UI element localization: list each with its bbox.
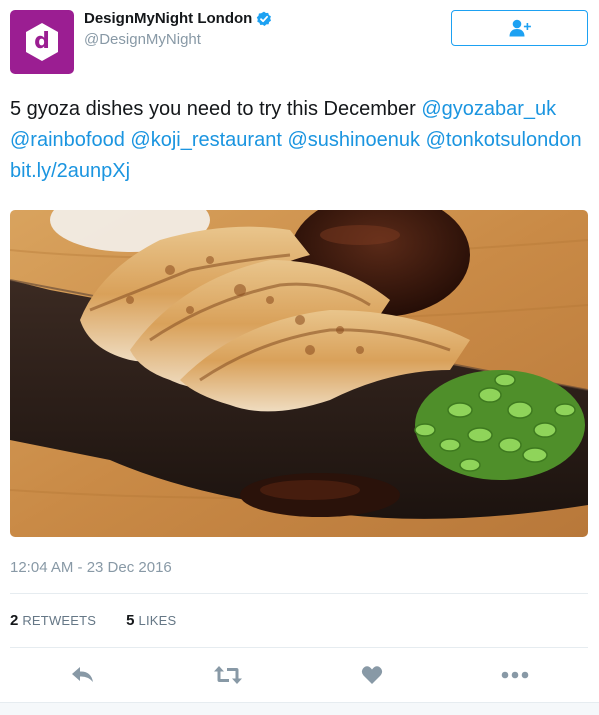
tweet-stats: 2 RETWEETS 5 LIKES bbox=[10, 612, 176, 629]
retweets-stat[interactable]: 2 RETWEETS bbox=[10, 612, 96, 629]
tweet-text-body: 5 gyoza dishes you need to try this Dece… bbox=[10, 98, 422, 120]
divider bbox=[10, 647, 588, 648]
mention-link[interactable]: @gyozabar_uk bbox=[421, 98, 556, 120]
retweet-button[interactable] bbox=[211, 660, 245, 690]
mention-link[interactable]: @koji_restaurant bbox=[130, 129, 281, 151]
mention-link[interactable]: @tonkotsulondon bbox=[426, 129, 582, 151]
retweets-label: RETWEETS bbox=[22, 613, 97, 628]
like-button[interactable] bbox=[355, 660, 389, 690]
mention-link[interactable]: @rainbofood bbox=[10, 129, 125, 151]
add-user-icon bbox=[509, 19, 531, 37]
author-handle[interactable]: @DesignMyNight bbox=[84, 31, 201, 48]
footer-bar bbox=[0, 702, 599, 715]
tweet-photo[interactable] bbox=[10, 210, 588, 537]
tweet-link[interactable]: bit.ly/2aunpXj bbox=[10, 160, 130, 182]
tweet-timestamp[interactable]: 12:04 AM - 23 Dec 2016 bbox=[10, 559, 172, 576]
mention-link[interactable]: @sushinoenuk bbox=[287, 129, 420, 151]
verified-badge-icon bbox=[257, 11, 272, 26]
gyoza-photo-image bbox=[10, 210, 588, 537]
heart-icon bbox=[361, 666, 383, 684]
more-button[interactable] bbox=[498, 660, 532, 690]
tweet-text: 5 gyoza dishes you need to try this Dece… bbox=[10, 94, 590, 187]
avatar[interactable]: d bbox=[10, 10, 74, 74]
divider bbox=[10, 593, 588, 594]
likes-stat[interactable]: 5 LIKES bbox=[126, 612, 176, 629]
author-name[interactable]: DesignMyNight London bbox=[84, 10, 252, 27]
retweets-count: 2 bbox=[10, 612, 19, 629]
author-name-row[interactable]: DesignMyNight London bbox=[84, 10, 272, 27]
reply-icon bbox=[72, 667, 93, 682]
follow-button[interactable] bbox=[451, 10, 588, 46]
more-icon bbox=[501, 671, 529, 679]
tweet-card: d DesignMyNight London @DesignMyNight 5 … bbox=[0, 0, 599, 715]
tweet-actions bbox=[0, 660, 599, 690]
avatar-letter: d bbox=[34, 28, 50, 54]
retweet-icon bbox=[214, 666, 242, 684]
likes-label: LIKES bbox=[138, 613, 177, 628]
likes-count: 5 bbox=[126, 612, 135, 629]
reply-button[interactable] bbox=[66, 660, 100, 690]
